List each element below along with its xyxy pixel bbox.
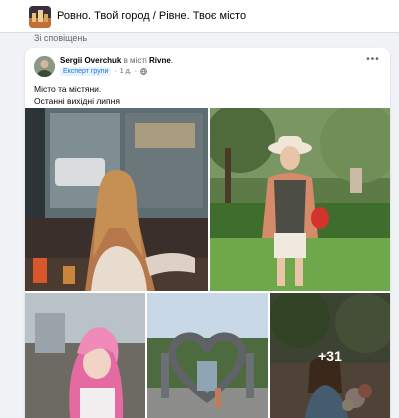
from-notifications-label: Зі сповіщень	[34, 33, 88, 43]
post-meta: Експерт групи · 1 д. ·	[60, 67, 147, 76]
post-photo-1[interactable]	[25, 108, 208, 291]
group-expert-badge[interactable]: Експерт групи	[60, 67, 112, 76]
author-avatar[interactable]	[34, 56, 55, 77]
heart-monument-photo-image	[147, 293, 268, 418]
post-time[interactable]: 1 д.	[120, 68, 132, 75]
cafe-photo-image	[25, 108, 208, 291]
post-photo-4[interactable]	[147, 293, 268, 418]
park-photo-image	[210, 108, 390, 291]
author-line: Sergii Overchuk в місті Rivne.	[60, 56, 173, 65]
group-avatar[interactable]	[29, 6, 51, 28]
post-text-line-2: Останні вихідні липня	[34, 96, 120, 106]
post-card: Sergii Overchuk в місті Rivne. Експерт г…	[25, 48, 390, 418]
in-city-text: в місті	[121, 56, 149, 65]
more-options-button[interactable]: •••	[366, 55, 380, 66]
cosplay-photo-image	[25, 293, 145, 418]
group-avatar-image	[29, 6, 51, 28]
post-photo-2[interactable]	[210, 108, 390, 291]
post-photo-5[interactable]: +31	[270, 293, 390, 418]
post-text-line-1: Місто та містяни.	[34, 84, 102, 94]
post-text: Місто та містяни. Останні вихідні липня	[34, 83, 120, 107]
more-photos-overlay[interactable]: +31	[270, 293, 390, 418]
meta-separator: ·	[114, 68, 117, 75]
more-photos-count: +31	[318, 347, 342, 364]
group-header: Ровно. Твой город / Рівне. Твоє місто	[0, 0, 399, 33]
author-avatar-image	[34, 56, 55, 77]
post-photo-3[interactable]	[25, 293, 145, 418]
city-suffix: .	[170, 56, 174, 65]
author-name[interactable]: Sergii Overchuk	[60, 56, 121, 65]
globe-icon	[140, 68, 147, 75]
meta-separator-2: ·	[134, 68, 138, 75]
city-link[interactable]: Rivne	[149, 56, 171, 65]
group-title[interactable]: Ровно. Твой город / Рівне. Твоє місто	[57, 10, 246, 22]
